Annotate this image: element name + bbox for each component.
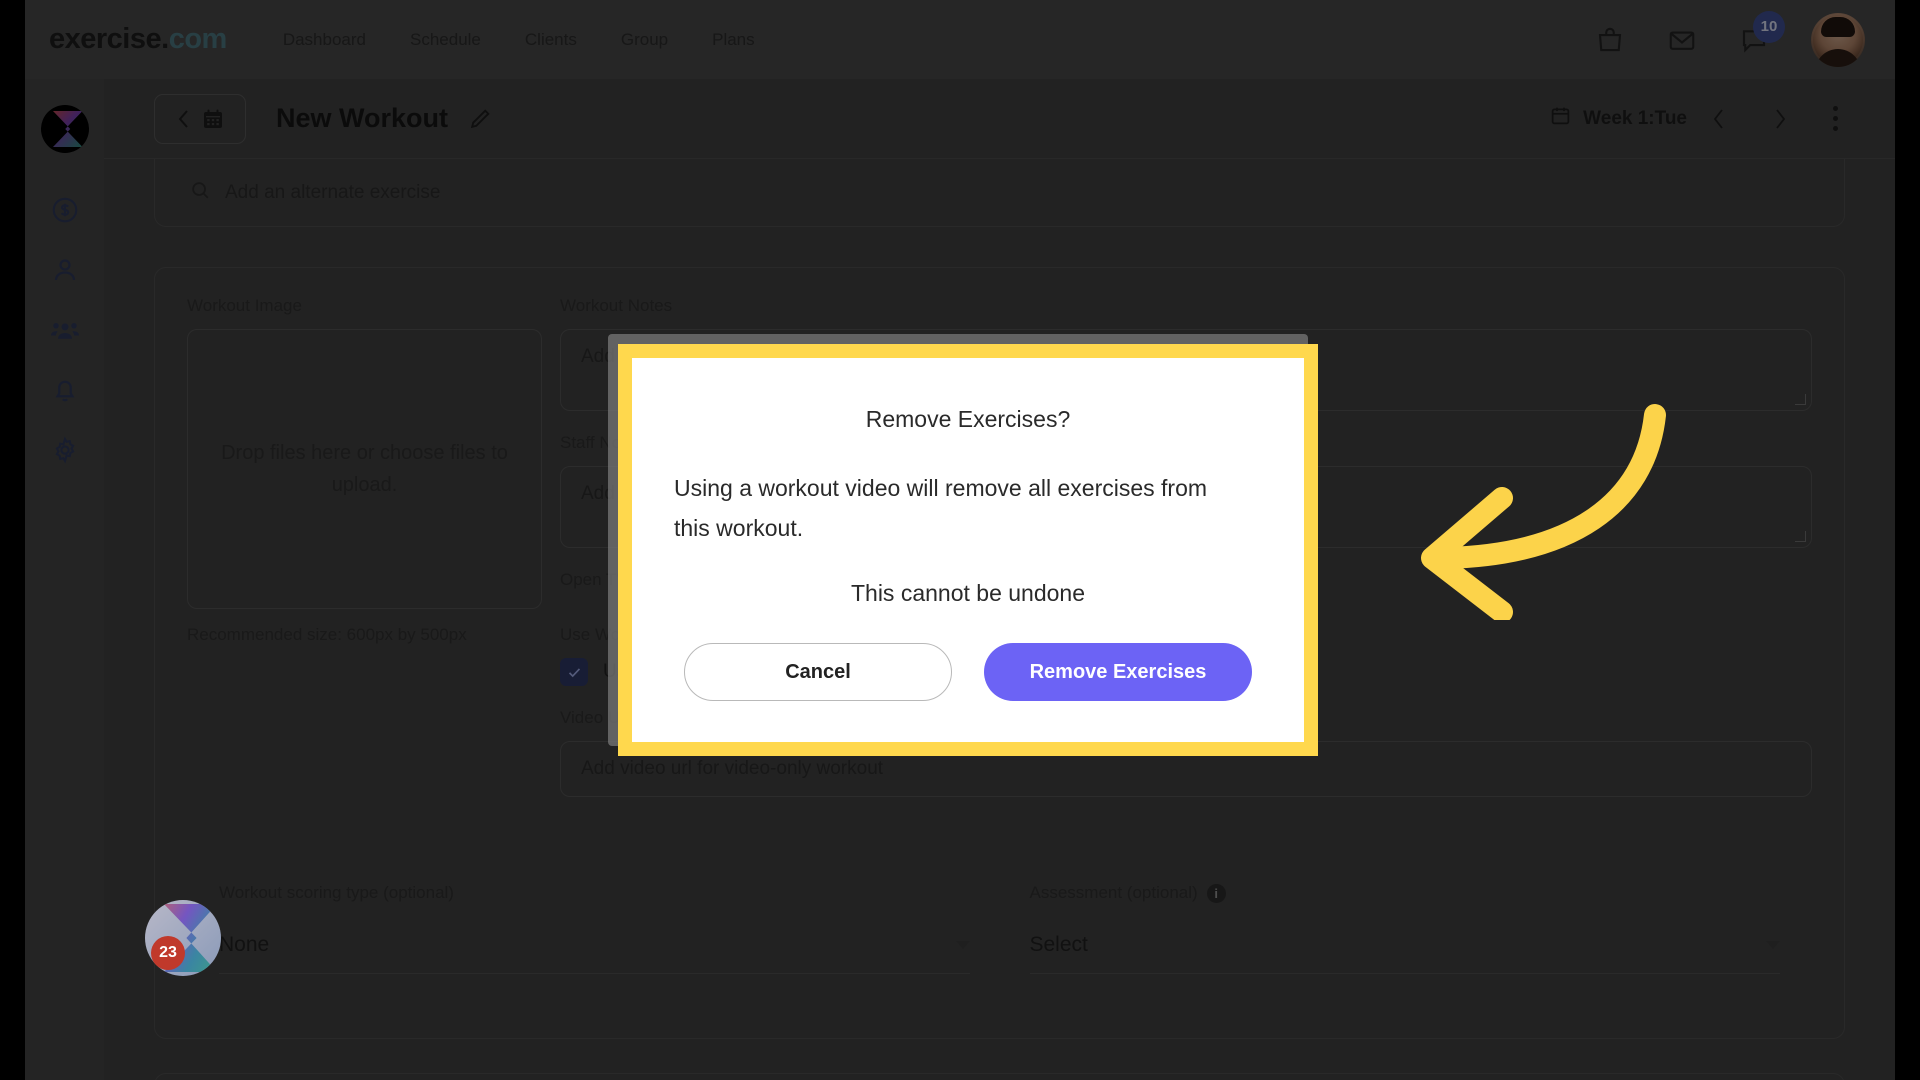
workout-image-column: Workout Image Drop files here or choose … [187,296,542,819]
alternate-exercise-card: Add an alternate exercise [154,159,1845,227]
chevron-down-icon [955,940,970,949]
kebab-icon [1832,104,1838,134]
sidebar-item-group[interactable] [50,315,80,345]
avatar[interactable] [1811,12,1865,67]
main-nav-links: Dashboard Schedule Clients Group Plans [283,30,755,50]
workout-notes-label: Workout Notes [560,296,673,315]
assessment-value: Select [1029,932,1088,956]
sidebar-item-billing[interactable] [50,195,80,225]
dropzone-text: Drop files here or choose files to uploa… [221,442,508,496]
remove-exercises-button[interactable]: Remove Exercises [984,643,1252,702]
scoring-type-label: Workout scoring type (optional) [219,883,454,902]
chevron-down-icon [1766,940,1780,949]
floating-widget[interactable]: 23 [85,900,221,1028]
next-day-button[interactable] [1749,106,1811,132]
screen-root: exercise.com Dashboard Schedule Clients … [0,0,1920,1080]
sidebar-logo-icon[interactable] [40,105,89,153]
calendar-small-icon [1550,105,1571,132]
page-header-right: Week 1:Tue [1550,104,1859,134]
sidebar-item-settings[interactable] [50,435,80,465]
page-header-bar: New Workout Week 1:Tue [104,79,1895,159]
next-section-card [154,1073,1845,1080]
top-navigation-bar: exercise.com Dashboard Schedule Clients … [25,0,1895,79]
assessment-select[interactable]: Select [1029,916,1780,974]
image-dropzone[interactable]: Drop files here or choose files to uploa… [187,329,542,609]
nav-item-group[interactable]: Group [621,30,668,50]
brand-logo[interactable]: exercise.com [49,23,227,56]
modal-body-text: Using a workout video will remove all ex… [674,475,1208,541]
nav-item-clients[interactable]: Clients [525,30,577,50]
brand-tld: com [168,23,228,55]
modal-warning-text: This cannot be undone [850,580,1085,607]
remove-exercises-modal: Remove Exercises? Using a workout video … [618,344,1318,756]
search-alternate-exercise[interactable]: Add an alternate exercise [189,179,440,207]
scoring-type-group: Workout scoring type (optional) None [219,883,970,974]
sidebar-item-user[interactable] [50,255,80,285]
scoring-type-value: None [219,932,270,956]
week-selector[interactable]: Week 1:Tue [1550,105,1687,132]
message-count-badge: 10 [1753,10,1785,43]
search-icon [189,179,211,207]
brand-name: exercise [49,23,162,55]
floating-widget-badge: 23 [151,936,185,970]
edit-pencil-icon[interactable] [468,106,493,131]
scoring-assessment-section: Workout scoring type (optional) None Ass… [187,857,1812,1004]
nav-item-schedule[interactable]: Schedule [410,30,481,50]
mail-icon[interactable] [1667,25,1697,55]
assessment-label: Assessment (optional) [1029,883,1198,902]
chevron-left-icon [175,107,192,131]
sidebar-item-notifications[interactable] [50,375,80,405]
search-placeholder-text: Add an alternate exercise [225,181,441,203]
scoring-type-select[interactable]: None [219,916,970,974]
back-calendar-button[interactable] [154,93,246,144]
recommended-size-hint: Recommended size: 600px by 500px [187,625,467,644]
assessment-group: Assessment (optional) i Select [1029,883,1781,974]
page-title: New Workout [276,103,449,133]
shop-bag-icon[interactable] [1595,25,1625,55]
video-url-placeholder: Add video url for video-only workout [581,758,884,779]
left-sidebar [25,79,104,1080]
top-nav-actions: 10 [1595,10,1865,67]
nav-item-plans[interactable]: Plans [712,30,755,50]
brand-dot: . [161,23,169,55]
week-label: Week 1:Tue [1583,107,1687,129]
workout-image-label: Workout Image [187,296,302,315]
info-icon[interactable]: i [1206,883,1226,903]
calendar-icon [201,107,225,131]
more-options-button[interactable] [1811,104,1859,134]
chat-icon[interactable]: 10 [1739,10,1785,55]
assessment-label-row: Assessment (optional) i [1030,883,1781,903]
use-workout-checkbox[interactable] [560,658,588,686]
cancel-button[interactable]: Cancel [684,643,952,702]
modal-title: Remove Exercises? [865,406,1071,432]
modal-actions: Cancel Remove Exercises [684,643,1252,702]
sidebar-icon-list [25,195,104,465]
nav-item-dashboard[interactable]: Dashboard [283,30,366,50]
prev-day-button[interactable] [1687,106,1749,132]
